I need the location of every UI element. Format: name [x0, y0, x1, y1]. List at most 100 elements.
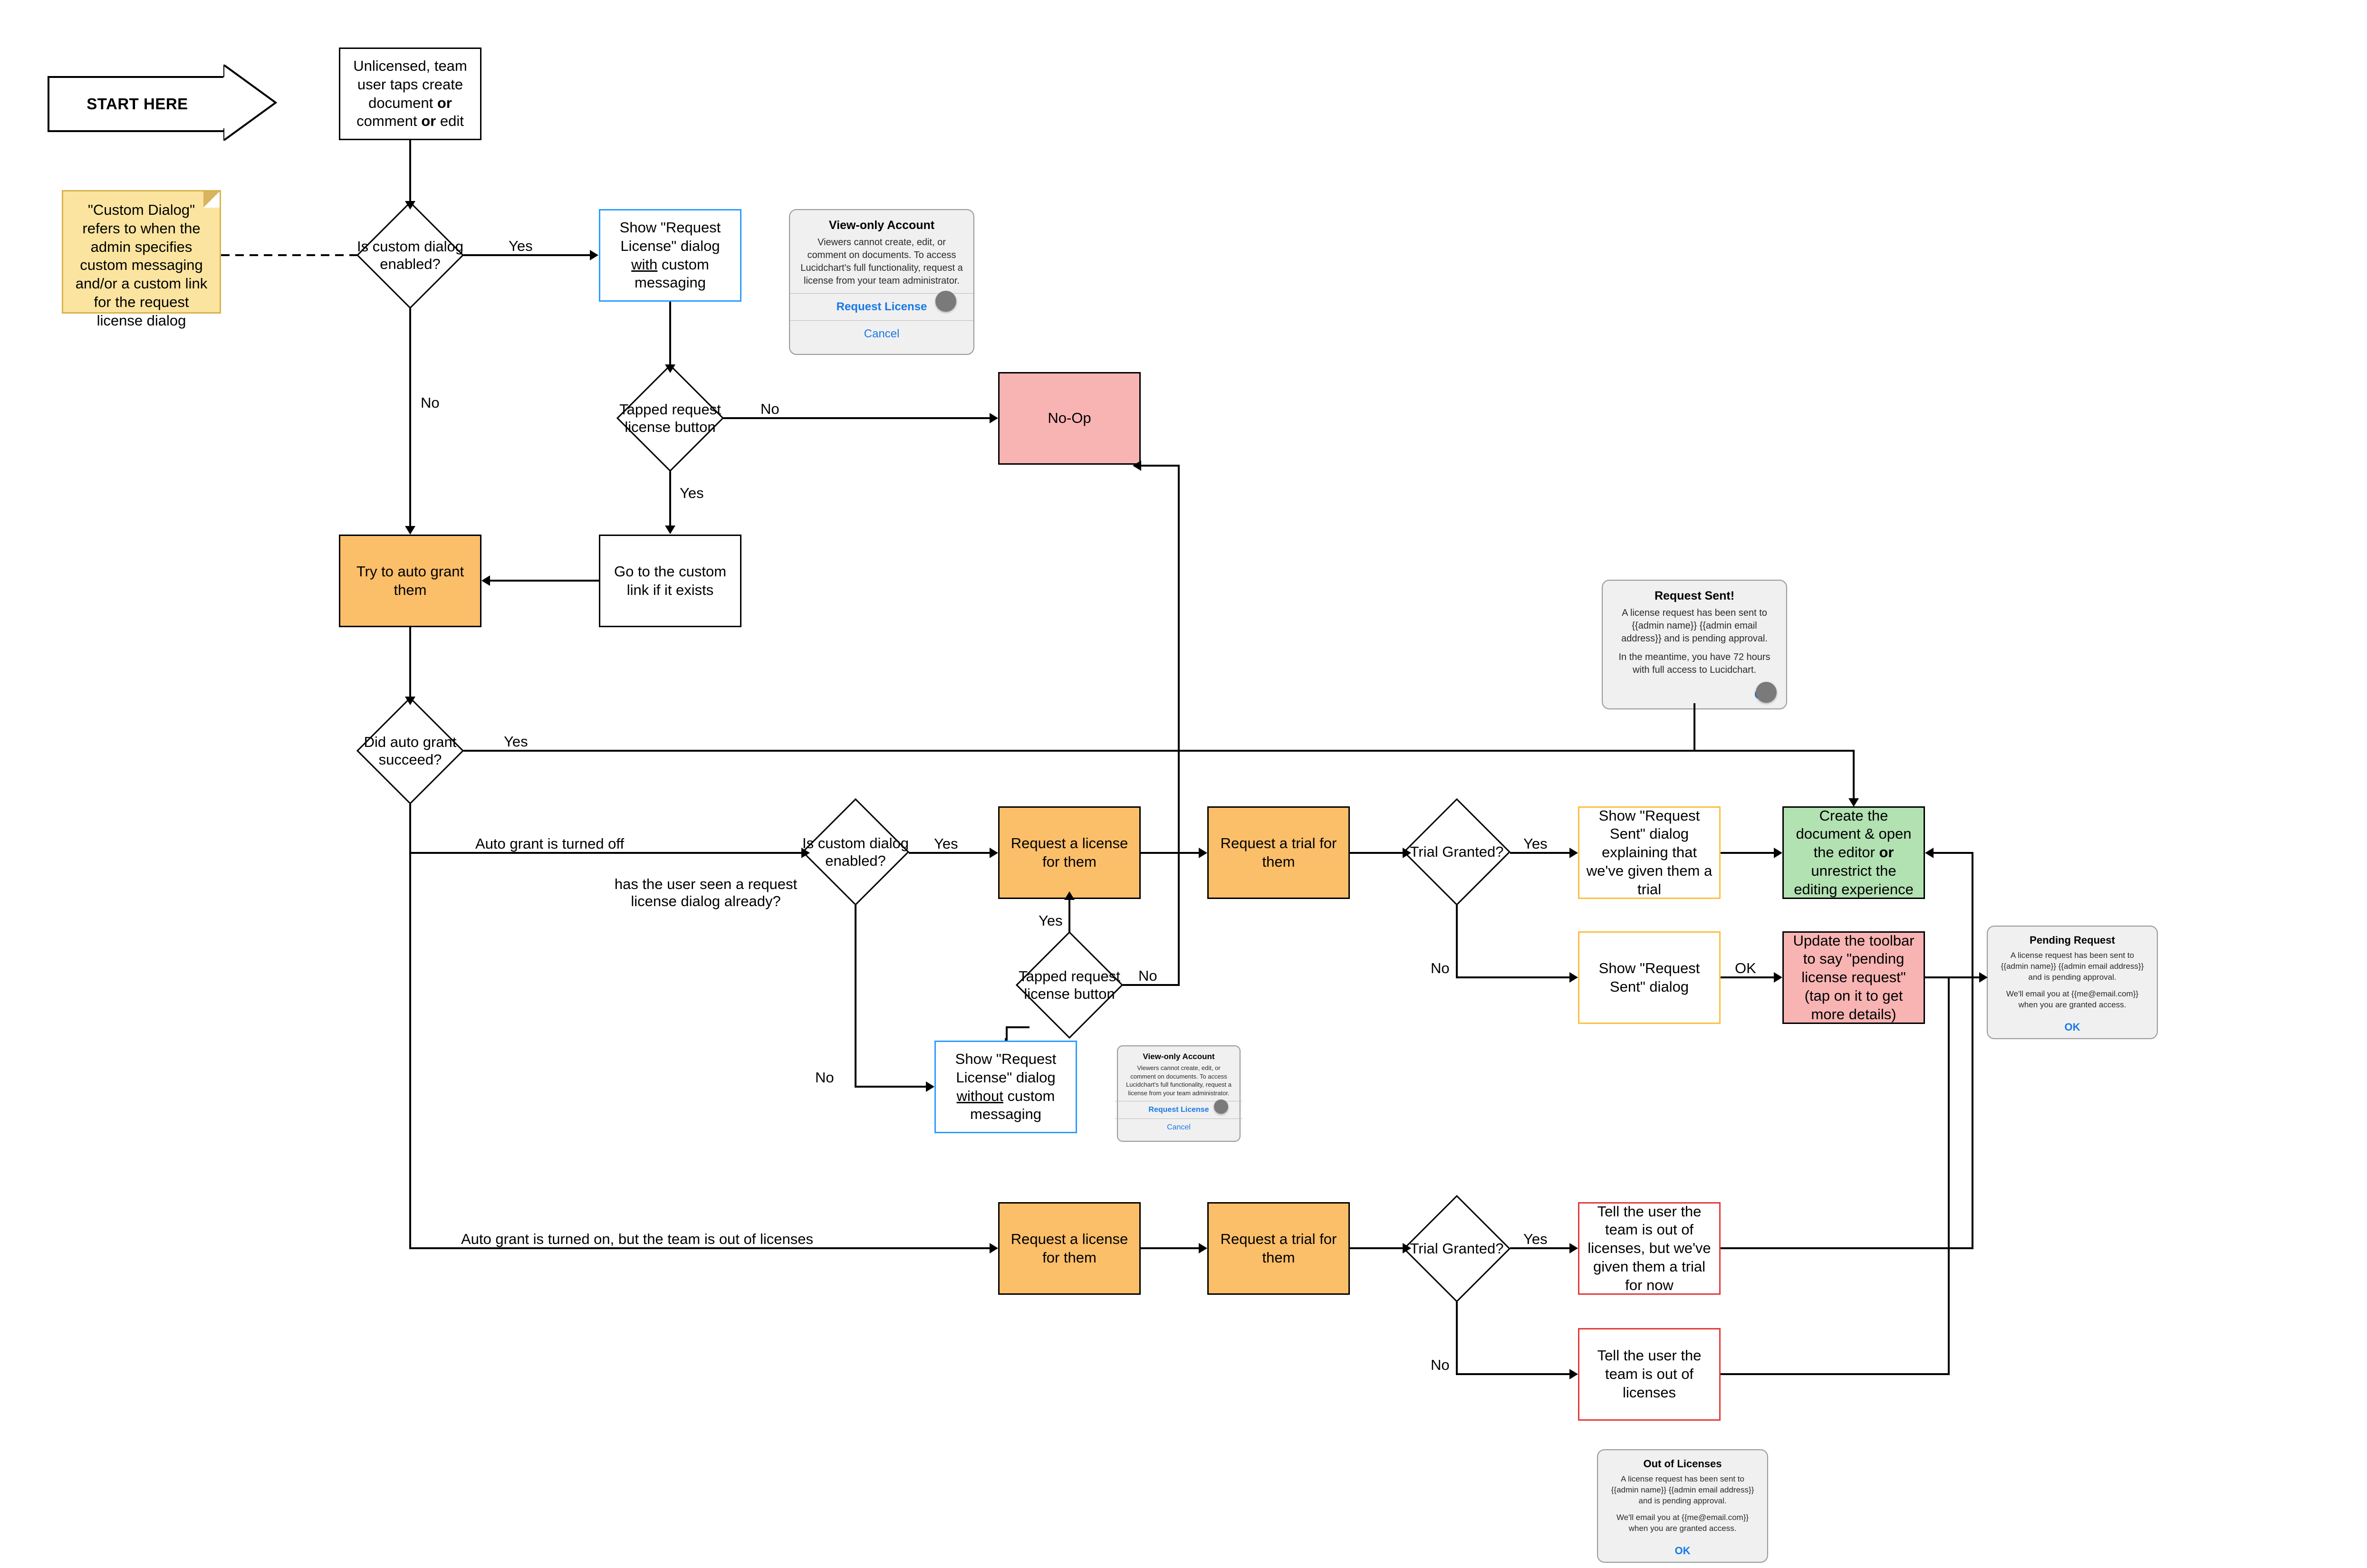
edge — [1006, 1026, 1030, 1028]
arrow-right-icon — [990, 413, 998, 423]
edge-label-auto-on-out: Auto grant is turned on, but the team is… — [461, 1231, 813, 1248]
node-request-license-2: Request a license for them — [998, 1202, 1141, 1295]
arrow-right-icon — [1774, 848, 1782, 858]
ok-button[interactable]: OK — [1607, 1540, 1759, 1557]
node-request-sent-trial: Show "Request Sent" dialog explaining th… — [1578, 806, 1721, 899]
arrow-down-icon — [665, 364, 675, 373]
chevron-right-icon — [223, 65, 285, 141]
edge-label-no: No — [1138, 967, 1157, 985]
arrow-right-icon — [1199, 1243, 1207, 1253]
arrow-right-icon — [590, 250, 598, 260]
edge-label-yes: Yes — [680, 485, 704, 502]
custom-dialog-note: "Custom Dialog" refers to when the admin… — [62, 190, 221, 314]
edge — [409, 853, 411, 1247]
node-create-document: Create the document & open the editor or… — [1782, 806, 1925, 899]
edge — [1006, 1026, 1008, 1041]
edge — [1456, 976, 1570, 978]
node-request-sent-plain: Show "Request Sent" dialog — [1578, 931, 1721, 1024]
edge — [1456, 905, 1458, 976]
edge-label-no: No — [421, 394, 440, 411]
edge-label-no: No — [815, 1069, 834, 1086]
edge — [1933, 852, 1972, 854]
edge-label-yes: Yes — [1523, 835, 1548, 852]
dialog-view-only-1: View-only Account Viewers cannot create,… — [789, 209, 974, 355]
decision-trial-granted-2: Trial Granted? — [1419, 1211, 1495, 1287]
arrow-down-icon — [405, 526, 415, 535]
edge — [1068, 899, 1070, 932]
edge — [1972, 852, 1973, 1249]
dialog-out-of-licenses: Out of Licenses A license request has be… — [1597, 1449, 1768, 1563]
edge — [1350, 852, 1404, 854]
arrow-down-icon — [405, 201, 415, 210]
decision-auto-grant-succeed: Did auto grant succeed? — [372, 713, 448, 789]
edge — [855, 905, 856, 1086]
edge-label-yes: Yes — [1039, 912, 1063, 929]
edge — [1721, 1247, 1972, 1249]
node-request-trial-2: Request a trial for them — [1207, 1202, 1350, 1295]
arrow-right-icon — [990, 848, 998, 858]
edge — [409, 308, 411, 527]
node-goto-custom-link: Go to the custom link if it exists — [599, 535, 741, 627]
arrow-left-icon — [1133, 460, 1141, 471]
edge — [1721, 852, 1775, 854]
arrow-right-icon — [990, 1243, 998, 1253]
edge — [1141, 852, 1200, 854]
edge — [1350, 1247, 1404, 1249]
dialog-pending-request: Pending Request A license request has be… — [1987, 926, 2158, 1039]
edge — [409, 140, 411, 202]
edge-label-no: No — [760, 401, 779, 418]
arrow-left-icon — [481, 575, 490, 586]
edge — [1693, 703, 1695, 751]
node-try-auto-grant: Try to auto grant them — [339, 535, 481, 627]
edge — [409, 627, 411, 698]
edge-label-yes: Yes — [509, 238, 533, 255]
decision-tap-request-1: Tapped request license button — [632, 380, 708, 456]
arrow-right-icon — [1569, 972, 1578, 983]
arrow-right-icon — [801, 848, 810, 858]
ok-button[interactable]: OK — [1996, 1016, 2148, 1033]
node-show-with-custom: Show "Request License" dialog with custo… — [599, 209, 741, 302]
node-update-toolbar: Update the toolbar to say "pending licen… — [1782, 931, 1925, 1024]
node-out-of-licenses-trial: Tell the user the team is out of license… — [1578, 1202, 1721, 1295]
ok-button[interactable]: OK — [1612, 682, 1777, 702]
flowchart-canvas: START HERE "Custom Dialog" refers to whe… — [0, 0, 2367, 1568]
start-label: START HERE — [87, 95, 188, 113]
arrow-right-icon — [1774, 972, 1782, 983]
edge — [1456, 1373, 1570, 1375]
edge — [490, 580, 599, 582]
arrow-down-icon — [665, 526, 675, 534]
edge — [1178, 465, 1180, 986]
touch-indicator-icon — [1756, 682, 1777, 703]
edge-label-yes: Yes — [504, 733, 528, 750]
edge-label-no: No — [1431, 1357, 1450, 1374]
edge — [1721, 1373, 1949, 1375]
node-start-event: Unlicensed, team user taps create docume… — [339, 48, 481, 140]
edge — [669, 302, 671, 365]
arrow-right-icon — [1569, 848, 1578, 858]
dialog-request-sent: Request Sent! A license request has been… — [1602, 580, 1787, 709]
decision-tap-request-2: Tapped request license button — [1031, 947, 1107, 1023]
touch-indicator-icon — [1214, 1100, 1228, 1114]
arrow-right-icon — [1569, 1243, 1578, 1253]
cancel-button[interactable]: Cancel — [1125, 1119, 1233, 1136]
edge — [463, 750, 1853, 752]
arrow-right-icon — [1403, 848, 1411, 858]
decision-custom-dialog-1: Is custom dialog enabled? — [372, 217, 448, 293]
node-no-op: No-Op — [998, 372, 1141, 465]
node-show-without-custom: Show "Request License" dialog without cu… — [934, 1041, 1077, 1133]
arrow-left-icon — [1925, 848, 1934, 858]
decision-custom-dialog-2: Is custom dialog enabled? — [818, 814, 894, 890]
node-out-of-licenses-plain: Tell the user the team is out of license… — [1578, 1328, 1721, 1421]
question-seen-dialog: has the user seen a request license dial… — [604, 876, 808, 910]
cancel-button[interactable]: Cancel — [799, 321, 964, 347]
edge — [669, 471, 671, 526]
touch-indicator-icon — [935, 291, 956, 312]
edge — [1141, 465, 1179, 467]
arrow-down-icon — [405, 697, 415, 705]
arrow-down-icon — [1848, 798, 1859, 807]
arrow-up-icon — [1064, 891, 1075, 900]
edge — [1141, 1247, 1200, 1249]
arrow-right-icon — [926, 1081, 934, 1092]
edge — [409, 804, 411, 853]
decision-trial-granted-1: Trial Granted? — [1419, 814, 1495, 890]
